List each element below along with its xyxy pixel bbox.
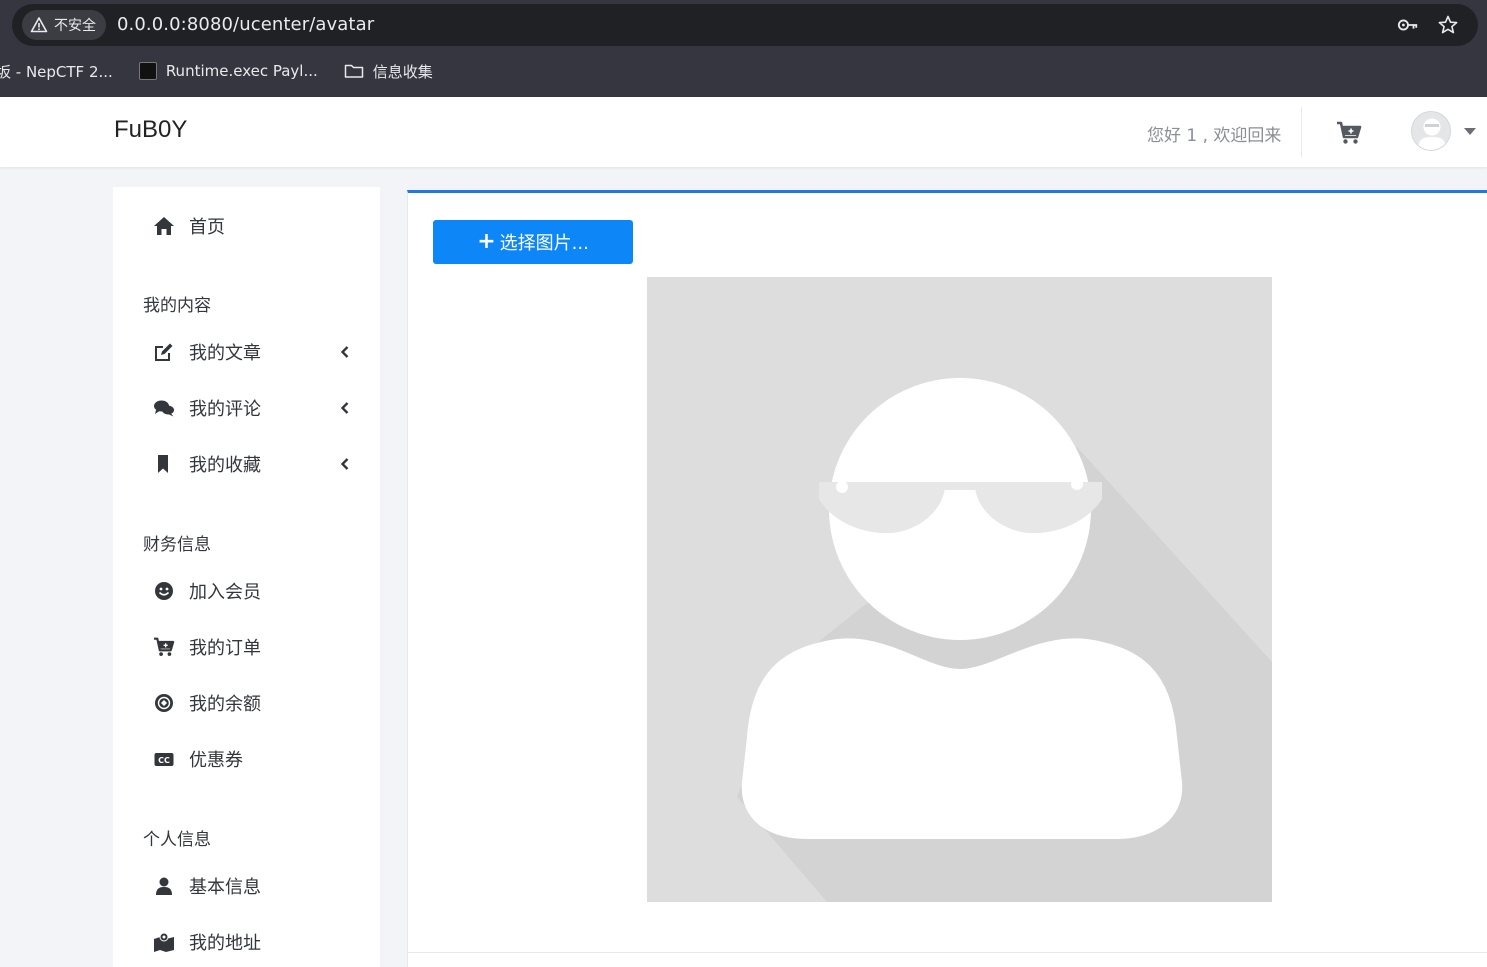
- top-navbar: FuB0Y 您好 1 , 欢迎回来: [0, 97, 1487, 167]
- sidebar-item-label: 我的评论: [189, 399, 261, 420]
- bookmarks-bar: 坂 - NepCTF 2... Runtime.exec Payl... 信息收…: [0, 57, 459, 85]
- user-menu-caret-icon[interactable]: [1464, 128, 1476, 135]
- chevron-left-icon: [340, 402, 349, 414]
- sidebar-item-my-address[interactable]: 我的地址: [153, 927, 358, 957]
- sidebar-item-my-balance[interactable]: 我的余额: [153, 688, 358, 718]
- address-bar[interactable]: 不安全 0.0.0.0:8080/ucenter/avatar: [12, 4, 1478, 46]
- sidebar-item-my-favorites[interactable]: 我的收藏: [153, 449, 358, 479]
- sidebar: 首页 我的内容 我的文章 我的评论 我的收藏 财务信息 加入会员 我的订单 我的…: [113, 187, 380, 967]
- default-avatar-icon: [647, 277, 1272, 902]
- user-avatar-icon: [1418, 118, 1446, 150]
- sidebar-heading-content: 我的内容: [143, 296, 211, 316]
- chevron-left-icon: [340, 458, 349, 470]
- sidebar-heading-finance: 财务信息: [143, 535, 211, 555]
- nav-divider: [1301, 107, 1302, 157]
- sidebar-item-label: 首页: [189, 217, 225, 238]
- security-label: 不安全: [54, 18, 96, 34]
- sidebar-item-label: 优惠券: [189, 750, 243, 771]
- cart-icon[interactable]: [1336, 121, 1362, 145]
- browser-chrome: 不安全 0.0.0.0:8080/ucenter/avatar 坂 - NepC…: [0, 0, 1487, 97]
- avatar-panel: + 选择图片...: [407, 190, 1487, 967]
- bookmark-icon: [153, 453, 175, 475]
- panel-footer-divider: [408, 952, 1487, 953]
- choose-image-button[interactable]: + 选择图片...: [433, 220, 633, 264]
- bookmark-nepctf[interactable]: 坂 - NepCTF 2...: [0, 61, 113, 82]
- brand-logo[interactable]: FuB0Y: [114, 116, 187, 144]
- user-icon: [153, 875, 175, 897]
- sidebar-item-coupons[interactable]: CC 优惠券: [153, 744, 358, 774]
- warning-icon: [30, 17, 48, 33]
- bookmark-label: 信息收集: [372, 62, 433, 81]
- url-text[interactable]: 0.0.0.0:8080/ucenter/avatar: [117, 14, 374, 35]
- sidebar-item-label: 加入会员: [189, 582, 261, 603]
- key-icon[interactable]: [1397, 15, 1419, 35]
- sidebar-item-home[interactable]: 首页: [153, 211, 358, 241]
- map-icon: [153, 931, 175, 953]
- star-icon[interactable]: [1437, 15, 1459, 35]
- sidebar-item-label: 我的收藏: [189, 455, 261, 476]
- sidebar-item-label: 基本信息: [189, 877, 261, 898]
- home-icon: [153, 215, 175, 237]
- sidebar-item-my-comments[interactable]: 我的评论: [153, 393, 358, 423]
- coin-icon: [153, 692, 175, 714]
- bookmark-label: 坂 - NepCTF 2...: [0, 62, 113, 81]
- plus-icon: +: [477, 229, 496, 254]
- sidebar-item-label: 我的文章: [189, 343, 261, 364]
- edit-icon: [153, 341, 175, 363]
- bookmark-label: Runtime.exec Payl...: [165, 62, 318, 80]
- choose-image-label: 选择图片...: [499, 233, 589, 254]
- sidebar-item-label: 我的订单: [189, 638, 261, 659]
- sidebar-item-label: 我的地址: [189, 933, 261, 954]
- bookmark-folder-info[interactable]: 信息收集: [344, 61, 433, 82]
- sidebar-item-basic-info[interactable]: 基本信息: [153, 871, 358, 901]
- coupon-cc-icon: CC: [153, 748, 175, 770]
- sidebar-item-my-orders[interactable]: 我的订单: [153, 632, 358, 662]
- smile-icon: [153, 580, 175, 602]
- sidebar-item-membership[interactable]: 加入会员: [153, 576, 358, 606]
- comments-icon: [153, 397, 175, 419]
- chevron-left-icon: [340, 346, 349, 358]
- svg-text:CC: CC: [158, 756, 170, 765]
- welcome-text: 您好 1 , 欢迎回来: [1147, 126, 1282, 146]
- bookmark-runtime-exec[interactable]: Runtime.exec Payl...: [138, 62, 318, 80]
- sidebar-item-my-articles[interactable]: 我的文章: [153, 337, 358, 367]
- avatar-preview-image: [647, 277, 1272, 902]
- sidebar-item-label: 我的余额: [189, 694, 261, 715]
- user-avatar[interactable]: [1411, 111, 1451, 151]
- bookmark-favicon-icon: [138, 62, 157, 80]
- cart-icon: [153, 636, 175, 658]
- security-chip[interactable]: 不安全: [22, 10, 106, 40]
- folder-icon: [344, 64, 364, 78]
- sidebar-heading-personal: 个人信息: [143, 830, 211, 850]
